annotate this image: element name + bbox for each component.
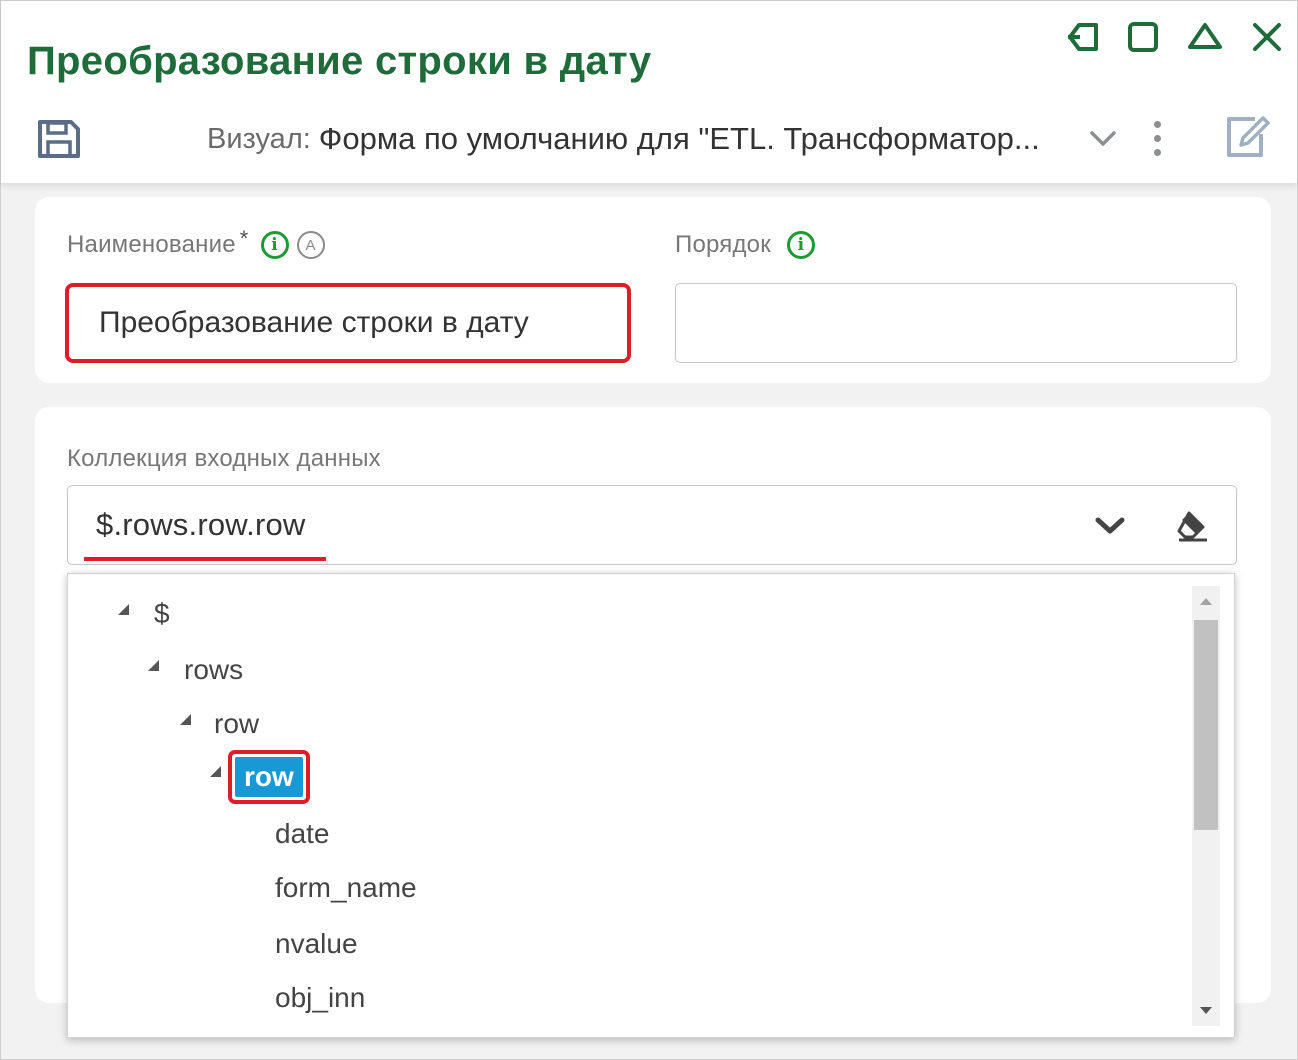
visual-value: Форма по умолчанию для "ETL. Трансформат… (318, 121, 1040, 156)
tree-node-label: form_name (275, 872, 417, 903)
expand-toggle-icon[interactable] (118, 604, 129, 615)
maximize-icon (1128, 22, 1158, 52)
visual-dropdown-button[interactable] (1085, 119, 1121, 159)
chevron-down-icon (1090, 131, 1116, 146)
scroll-down-arrow-icon[interactable] (1200, 1007, 1212, 1014)
clear-button[interactable] (1170, 504, 1214, 548)
collection-select[interactable]: $.rows.row.row (67, 485, 1237, 565)
edit-button[interactable] (1219, 109, 1275, 165)
name-label-group: Наименование * i A (67, 226, 325, 259)
tree-leaf-obj-inn[interactable]: obj_inn (275, 976, 365, 1020)
visual-selector[interactable]: Визуал: Форма по умолчанию для "ETL. Тра… (207, 117, 1040, 161)
info-icon[interactable]: i (786, 231, 815, 259)
name-value: Преобразование строки в дату (99, 306, 529, 339)
tree-scrollbar[interactable] (1192, 586, 1220, 1026)
tree-node-row[interactable]: row (180, 702, 259, 746)
tree-node-root[interactable]: $ (118, 592, 170, 636)
more-vertical-icon (1153, 120, 1161, 128)
tree-leaf-form-name[interactable]: form_name (275, 866, 417, 910)
collection-value: $.rows.row.row (84, 507, 326, 561)
expand-toggle-icon[interactable] (148, 660, 159, 671)
edit-icon (1227, 116, 1270, 157)
more-menu-button[interactable] (1141, 113, 1173, 163)
order-label-group: Порядок i (675, 231, 815, 259)
save-button[interactable] (31, 111, 87, 167)
pin-icon (1068, 23, 1098, 51)
highlight-underline (84, 557, 326, 561)
name-input[interactable]: Преобразование строки в дату (65, 283, 631, 363)
chevron-down-icon (1095, 517, 1125, 534)
collapse-icon (1188, 23, 1222, 49)
scroll-thumb[interactable] (1194, 620, 1218, 830)
tree-node-label: rows (184, 654, 244, 685)
tree-node-label: $ (154, 598, 170, 629)
pin-button[interactable] (1063, 15, 1107, 59)
required-mark: * (239, 226, 249, 251)
name-label: Наименование (67, 231, 236, 258)
page-title: Преобразование строки в дату (27, 39, 652, 83)
more-vertical-icon (1153, 148, 1161, 156)
collection-tree-dropdown: $ rows row row date form_name nvalue obj… (67, 573, 1235, 1038)
expand-toggle-icon[interactable] (180, 714, 191, 725)
tree-node-label: nvalue (275, 928, 358, 959)
save-icon (38, 120, 80, 158)
tree-leaf-date[interactable]: date (275, 812, 330, 856)
selected-node-highlight: row (228, 750, 310, 804)
general-card: Наименование * i A Преобразование строки… (35, 197, 1271, 383)
tree-node-rows[interactable]: rows (148, 648, 243, 692)
collection-label: Коллекция входных данных (67, 445, 381, 472)
window-header: Преобразование строки в дату Визуал: Фор… (1, 1, 1297, 183)
eraser-icon (1177, 511, 1207, 542)
scroll-up-arrow-icon[interactable] (1200, 598, 1212, 605)
close-icon (1253, 23, 1281, 51)
auto-translate-icon[interactable]: A (296, 231, 325, 259)
order-input[interactable] (675, 283, 1237, 363)
visual-label: Визуал: (207, 122, 311, 155)
maximize-button[interactable] (1121, 15, 1165, 59)
collapse-button[interactable] (1183, 15, 1227, 59)
info-icon[interactable]: i (260, 231, 289, 259)
tree-node-label: row (235, 757, 303, 797)
tree-node-label: row (214, 708, 260, 739)
collection-dropdown-button[interactable] (1092, 506, 1128, 546)
tree-node-label: date (275, 818, 330, 849)
order-label: Порядок (675, 231, 771, 258)
close-button[interactable] (1245, 15, 1289, 59)
collection-value-text: $.rows.row.row (96, 507, 306, 542)
tree-node-label: obj_inn (275, 982, 366, 1013)
more-vertical-icon (1153, 134, 1161, 142)
expand-toggle-icon[interactable] (210, 766, 221, 777)
tree-leaf-nvalue[interactable]: nvalue (275, 922, 358, 966)
